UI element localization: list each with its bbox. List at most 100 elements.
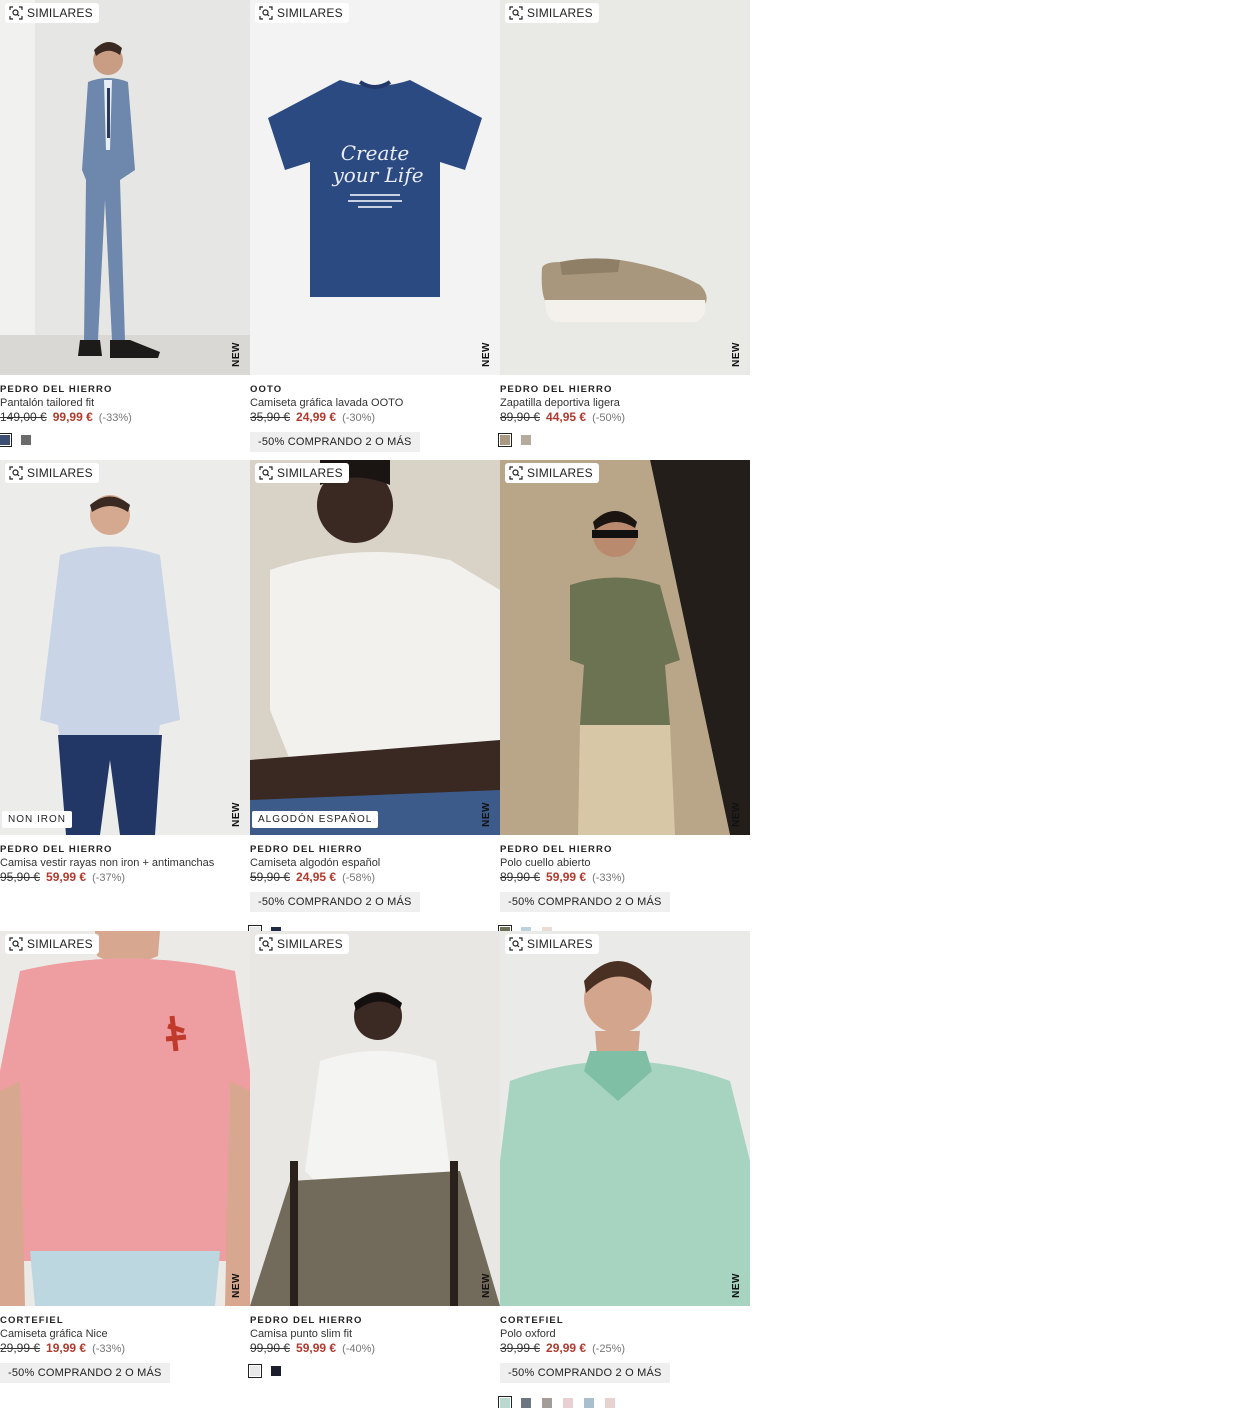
price-row: 39,99 € 29,99 € (-25%) <box>500 1341 750 1357</box>
product-info: PEDRO DEL HIERRO Pantalón tailored fit 1… <box>0 375 250 447</box>
product-name[interactable]: Camiseta algodón español <box>250 856 500 870</box>
discount-percent: (-33%) <box>592 872 626 884</box>
color-swatch[interactable] <box>521 1398 531 1408</box>
discount-percent: (-58%) <box>342 872 376 884</box>
product-brand: PEDRO DEL HIERRO <box>500 844 613 855</box>
price-row: 89,90 € 44,95 € (-50%) <box>500 410 750 426</box>
product-name[interactable]: Camiseta gráfica lavada OOTO <box>250 396 500 410</box>
product-image[interactable]: SIMILARES NEW <box>250 931 500 1306</box>
product-card[interactable]: SIMILARES NON IRON NEW PEDRO DEL HIERRO … <box>0 460 250 886</box>
product-name[interactable]: Polo cuello abierto <box>500 856 750 870</box>
new-badge: NEW <box>231 1273 242 1298</box>
original-price: 39,99 € <box>500 1341 541 1355</box>
color-swatches <box>498 1396 750 1408</box>
discount-percent: (-33%) <box>98 412 132 424</box>
promo-badge: -50% COMPRANDO 2 O MÁS <box>0 1363 170 1383</box>
product-image[interactable]: SIMILARES NON IRON NEW <box>0 460 250 835</box>
new-badge: NEW <box>731 342 742 367</box>
similar-button[interactable]: SIMILARES <box>5 3 99 23</box>
similar-label: SIMILARES <box>27 937 93 951</box>
new-badge: NEW <box>731 802 742 827</box>
color-swatch[interactable] <box>542 1398 552 1408</box>
color-swatch[interactable] <box>21 435 31 445</box>
similar-button[interactable]: SIMILARES <box>255 3 349 23</box>
product-card[interactable]: SIMILARES ALGODÓN ESPAÑOL NEW PEDRO DEL … <box>248 460 500 939</box>
product-brand: PEDRO DEL HIERRO <box>0 384 113 395</box>
discount-percent: (-37%) <box>92 872 126 884</box>
similar-label: SIMILARES <box>277 466 343 480</box>
similar-button[interactable]: SIMILARES <box>505 3 599 23</box>
product-card[interactable]: SIMILARES NEW PEDRO DEL HIERRO Camisa pu… <box>248 931 500 1378</box>
price-row: 95,90 € 59,99 € (-37%) <box>0 870 250 886</box>
sale-price: 19,99 € <box>46 1341 87 1355</box>
product-name[interactable]: Pantalón tailored fit <box>0 396 250 410</box>
product-image[interactable]: SIMILARES NEW <box>500 0 750 375</box>
product-name[interactable]: Polo oxford <box>500 1327 750 1341</box>
polo-model-photo <box>500 460 750 835</box>
product-info: CORTEFIEL Camiseta gráfica Nice 29,99 € 1… <box>0 1306 250 1383</box>
color-swatch[interactable] <box>0 433 12 447</box>
product-name[interactable]: Camisa vestir rayas non iron + antimanch… <box>0 856 250 870</box>
new-badge: NEW <box>231 342 242 367</box>
color-swatch[interactable] <box>248 1364 262 1378</box>
color-swatch[interactable] <box>271 1366 281 1376</box>
similar-button[interactable]: SIMILARES <box>5 463 99 483</box>
sale-price: 44,95 € <box>546 410 587 424</box>
product-info: PEDRO DEL HIERRO Polo cuello abierto 89,… <box>498 835 750 939</box>
similar-label: SIMILARES <box>27 466 93 480</box>
product-card[interactable]: Create your Life SIMILARES NEW OOTO Cami… <box>250 0 500 452</box>
color-swatches <box>0 433 250 447</box>
similar-button[interactable]: SIMILARES <box>255 463 349 483</box>
svg-text:Create: Create <box>341 141 410 165</box>
svg-text:your Life: your Life <box>331 163 423 187</box>
sale-price: 99,99 € <box>52 410 93 424</box>
product-image[interactable]: SIMILARES NEW <box>0 931 250 1306</box>
product-name[interactable]: Camiseta gráfica Nice <box>0 1327 250 1341</box>
product-card[interactable]: SIMILARES NEW PEDRO DEL HIERRO Pantalón … <box>0 0 250 447</box>
product-card[interactable]: SIMILARES NEW CORTEFIEL Camiseta gráfica… <box>0 931 250 1383</box>
price-row: 99,90 € 59,99 € (-40%) <box>250 1341 500 1357</box>
product-image[interactable]: SIMILARES NEW <box>500 931 750 1306</box>
price-row: 35,90 € 24,99 € (-30%) <box>250 410 500 426</box>
product-image[interactable]: SIMILARES NEW <box>0 0 250 375</box>
new-badge: NEW <box>481 802 492 827</box>
similar-button[interactable]: SIMILARES <box>255 934 349 954</box>
price-row: 59,90 € 24,95 € (-58%) <box>250 870 500 886</box>
color-swatch[interactable] <box>521 435 531 445</box>
product-brand: CORTEFIEL <box>500 1315 564 1326</box>
similar-label: SIMILARES <box>527 6 593 20</box>
color-swatch[interactable] <box>563 1398 573 1408</box>
similar-label: SIMILARES <box>527 937 593 951</box>
visual-search-icon <box>509 466 523 480</box>
new-badge: NEW <box>481 342 492 367</box>
product-info: CORTEFIEL Polo oxford 39,99 € 29,99 € (-25… <box>498 1306 750 1408</box>
sneaker-photo <box>500 0 750 375</box>
product-card[interactable]: SIMILARES NEW PEDRO DEL HIERRO Zapatilla… <box>498 0 750 447</box>
similar-button[interactable]: SIMILARES <box>505 463 599 483</box>
visual-search-icon <box>509 6 523 20</box>
product-card[interactable]: SIMILARES NEW PEDRO DEL HIERRO Polo cuel… <box>498 460 750 939</box>
price-row: 29,99 € 19,99 € (-33%) <box>0 1341 250 1357</box>
product-image[interactable]: Create your Life SIMILARES NEW <box>250 0 500 375</box>
product-brand: PEDRO DEL HIERRO <box>250 1315 363 1326</box>
product-card[interactable]: SIMILARES NEW CORTEFIEL Polo oxford 39,9… <box>498 931 750 1408</box>
sale-price: 24,95 € <box>296 870 337 884</box>
color-swatch[interactable] <box>584 1398 594 1408</box>
similar-label: SIMILARES <box>527 466 593 480</box>
color-swatch[interactable] <box>498 1396 512 1408</box>
similar-button[interactable]: SIMILARES <box>505 934 599 954</box>
similar-button[interactable]: SIMILARES <box>5 934 99 954</box>
sale-price: 59,99 € <box>296 1341 337 1355</box>
product-name[interactable]: Camisa punto slim fit <box>250 1327 500 1341</box>
color-swatch[interactable] <box>605 1398 615 1408</box>
knit-shirt-model-photo <box>250 931 500 1306</box>
product-image[interactable]: SIMILARES ALGODÓN ESPAÑOL NEW <box>250 460 500 835</box>
product-name[interactable]: Zapatilla deportiva ligera <box>500 396 750 410</box>
color-swatches <box>248 1364 500 1378</box>
color-swatch[interactable] <box>498 433 512 447</box>
product-image[interactable]: SIMILARES NEW <box>500 460 750 835</box>
product-info: PEDRO DEL HIERRO Camisa punto slim fit 9… <box>248 1306 500 1378</box>
feature-tag: NON IRON <box>2 811 72 828</box>
visual-search-icon <box>509 937 523 951</box>
price-row: 89,90 € 59,99 € (-33%) <box>500 870 750 886</box>
